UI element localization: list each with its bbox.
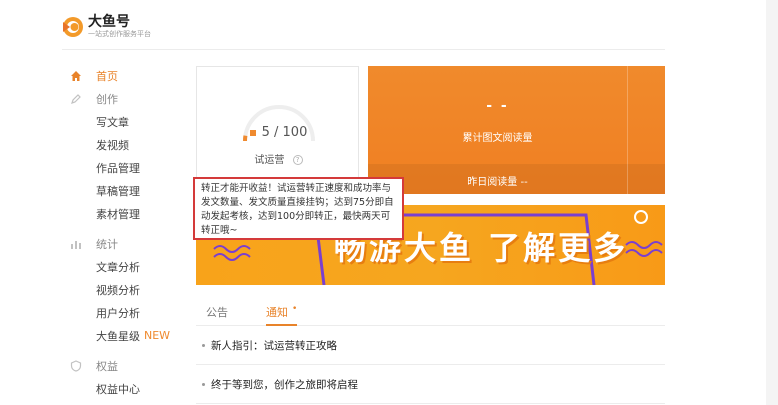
sidebar-label-rights: 权益 xyxy=(96,359,118,373)
home-icon xyxy=(68,68,84,84)
notice-tabs: 公告 通知 • xyxy=(196,304,665,326)
stats-divider xyxy=(627,66,628,194)
sidebar-label-home: 首页 xyxy=(96,69,118,83)
score-status-label: 试运营 xyxy=(254,155,285,166)
score-card: 5 / 100 试运营 ? xyxy=(196,66,359,184)
sidebar-item-video-analysis[interactable]: 视频分析 xyxy=(68,278,188,301)
header-divider xyxy=(62,49,665,50)
tab-notification[interactable]: 通知 • xyxy=(266,304,298,326)
help-icon[interactable]: ? xyxy=(292,155,303,165)
bar-chart-icon xyxy=(68,236,84,252)
sidebar-item-article-analysis[interactable]: 文章分析 xyxy=(68,255,188,278)
score-tooltip: 转正才能开收益！试运营转正速度和成功率与发文数量、发文质量直接挂钩；达到75分即… xyxy=(193,177,404,240)
cumulative-read-value: - - xyxy=(486,98,509,114)
sidebar-item-drafts[interactable]: 草稿管理 xyxy=(68,179,188,202)
list-item[interactable]: 终于等到您，创作之旅即将启程 xyxy=(196,366,665,404)
sidebar-group-stats: 统计 xyxy=(68,232,188,255)
score-status: 试运营 ? xyxy=(197,151,360,166)
sidebar-label-stats: 统计 xyxy=(96,237,118,251)
pen-icon xyxy=(68,91,84,107)
sidebar-group-create: 创作 xyxy=(68,87,188,110)
sidebar-item-write-article[interactable]: 写文章 xyxy=(68,110,188,133)
list-item[interactable]: 新人指引：试运营转正攻略 xyxy=(196,327,665,365)
sidebar-group-rights: 权益 xyxy=(68,354,188,377)
sidebar-item-home[interactable]: 首页 xyxy=(68,64,188,87)
sidebar-item-user-analysis[interactable]: 用户分析 xyxy=(68,301,188,324)
unread-dot: • xyxy=(292,304,298,314)
sidebar-item-star-level[interactable]: 大鱼星级 NEW xyxy=(68,324,188,347)
sidebar-label-create: 创作 xyxy=(96,92,118,106)
tab-notification-label: 通知 xyxy=(266,306,288,319)
brand-logo[interactable]: 大鱼号 一站式创作服务平台 xyxy=(62,14,151,39)
yesterday-read-label: 昨日阅读量 -- xyxy=(467,177,528,188)
tab-announcement[interactable]: 公告 xyxy=(206,304,228,326)
sidebar-item-works[interactable]: 作品管理 xyxy=(68,156,188,179)
reading-stats-panel: - - 累计图文阅读量 昨日阅读量 -- xyxy=(368,66,665,194)
page: 大鱼号 一站式创作服务平台 首页 创作 写文章 发视频 作品管理 草稿管理 素材… xyxy=(0,0,778,405)
score-marker xyxy=(249,129,256,136)
sidebar-item-star-level-label: 大鱼星级 xyxy=(96,329,140,343)
notice-title: 新人指引：试运营转正攻略 xyxy=(211,340,337,352)
sidebar: 首页 创作 写文章 发视频 作品管理 草稿管理 素材管理 统计 文章分析 视频分… xyxy=(68,64,188,400)
bullet-icon xyxy=(202,344,205,347)
score-value: 5 / 100 xyxy=(197,125,360,140)
new-badge: NEW xyxy=(144,329,171,342)
sidebar-item-materials[interactable]: 素材管理 xyxy=(68,202,188,225)
sidebar-item-rights-center[interactable]: 权益中心 xyxy=(68,377,188,400)
shield-icon xyxy=(68,358,84,374)
brand-subtitle: 一站式创作服务平台 xyxy=(88,30,151,38)
brand-title: 大鱼号 xyxy=(88,14,130,30)
bullet-icon xyxy=(202,383,205,386)
fish-logo-icon xyxy=(63,16,83,37)
scrollbar-track[interactable] xyxy=(766,0,778,405)
cumulative-read-label: 累计图文阅读量 xyxy=(462,133,533,144)
notice-title: 终于等到您，创作之旅即将启程 xyxy=(211,379,358,391)
sidebar-item-post-video[interactable]: 发视频 xyxy=(68,133,188,156)
